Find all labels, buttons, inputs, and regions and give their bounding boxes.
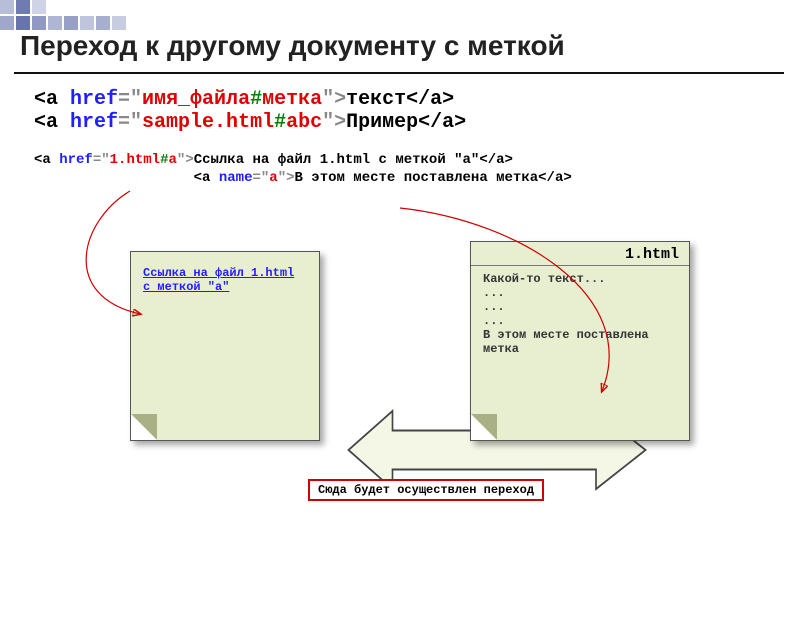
corner-decoration (0, 0, 150, 46)
document-filename: 1.html (471, 242, 689, 266)
code-example-1: <a href="имя_файла#метка">текст</a> (34, 88, 800, 111)
code-example-2: <a href="sample.html#abc">Пример</a> (34, 111, 800, 134)
diagram: Ссылка на файл 1.html с меткой "a" 1.htm… (0, 221, 800, 531)
target-document: 1.html Какой-то текст... ... ... ... В э… (470, 241, 690, 441)
source-document: Ссылка на файл 1.html с меткой "a" (130, 251, 320, 441)
document-link[interactable]: Ссылка на файл 1.html с меткой "a" (143, 266, 307, 294)
code-example-3: <a href="1.html#a">Ссылка на файл 1.html… (34, 152, 800, 168)
title-rule (14, 72, 784, 74)
page-fold-icon (131, 414, 157, 440)
code-example-4: <a name="a">В этом месте поставлена метк… (34, 170, 800, 186)
page-fold-icon (471, 414, 497, 440)
document-body: Какой-то текст... ... ... ... В этом мес… (483, 272, 677, 356)
transition-caption: Сюда будет осуществлен переход (308, 479, 544, 501)
